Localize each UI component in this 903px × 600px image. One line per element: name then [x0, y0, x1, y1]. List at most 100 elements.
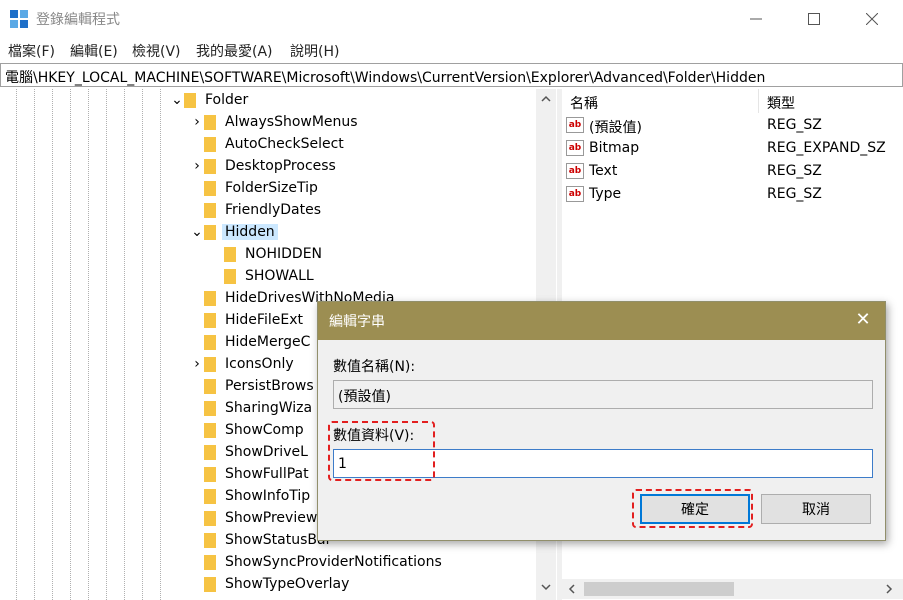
tree-item[interactable]: ShowFullPat	[190, 463, 312, 485]
tree-item[interactable]: HideFileExt	[190, 309, 306, 331]
tree-item[interactable]: FolderSizeTip	[190, 177, 321, 199]
string-value-icon: ab	[566, 163, 584, 179]
scroll-left-icon[interactable]	[566, 583, 578, 595]
list-item[interactable]: ab Text REG_SZ	[566, 161, 901, 184]
folder-icon	[204, 136, 216, 152]
tree-item[interactable]: ShowInfoTip	[190, 485, 313, 507]
folder-icon	[204, 510, 216, 526]
folder-icon	[204, 334, 216, 350]
tree-guide	[142, 89, 143, 600]
maximize-button[interactable]	[791, 0, 837, 38]
scroll-down-icon[interactable]	[540, 581, 552, 593]
list-item[interactable]: ab (預設值) REG_SZ	[566, 115, 901, 138]
tree-item[interactable]: PersistBrows	[190, 375, 317, 397]
column-separator[interactable]	[758, 89, 759, 113]
scroll-up-icon[interactable]	[540, 93, 552, 105]
tree-item[interactable]: ShowTypeOverlay	[190, 573, 352, 595]
tree-item[interactable]: SharingWiza	[190, 397, 315, 419]
tree-guide	[160, 89, 161, 600]
folder-icon	[204, 180, 216, 196]
column-header-type[interactable]: 類型	[767, 93, 795, 113]
scroll-right-icon[interactable]	[883, 583, 895, 595]
folder-icon	[204, 532, 216, 548]
tree-guide	[106, 89, 107, 600]
tree-item[interactable]: HideMergeC	[190, 331, 313, 353]
folder-icon	[204, 488, 216, 504]
regedit-icon	[10, 10, 28, 28]
folder-icon	[204, 400, 216, 416]
tree-guide	[16, 89, 17, 600]
menu-favorites[interactable]: 我的最愛(A)	[196, 41, 273, 61]
tree-item[interactable]: › DesktopProcess	[190, 155, 339, 177]
tree-guide	[88, 89, 89, 600]
tree-item[interactable]: AutoCheckSelect	[190, 133, 347, 155]
address-path: 電腦\HKEY_LOCAL_MACHINE\SOFTWARE\Microsoft…	[5, 70, 766, 86]
dialog-close-icon[interactable]: ✕	[853, 309, 873, 331]
tree-item[interactable]: › IconsOnly	[190, 353, 297, 375]
string-value-icon: ab	[566, 186, 584, 202]
tree-item[interactable]: FriendlyDates	[190, 199, 324, 221]
folder-icon	[204, 356, 216, 372]
tree-guide	[70, 89, 71, 600]
tree-item[interactable]: ShowPreview	[190, 507, 320, 529]
folder-icon	[224, 268, 236, 284]
dialog-title-bar: 編輯字串 ✕	[318, 302, 885, 340]
tree-item[interactable]: ShowStatusBar	[190, 529, 334, 551]
tree-item-folder[interactable]: ⌄ Folder	[170, 89, 251, 111]
dialog-title: 編輯字串	[329, 314, 385, 330]
folder-icon	[204, 312, 216, 328]
cancel-button[interactable]: 取消	[761, 494, 871, 524]
folder-icon	[204, 422, 216, 438]
string-value-icon: ab	[566, 140, 584, 156]
tree-item[interactable]: ShowDriveL	[190, 441, 311, 463]
folder-icon	[204, 576, 216, 592]
chevron-right-icon[interactable]: ›	[190, 114, 204, 130]
folder-icon	[204, 466, 216, 482]
tree-item[interactable]: NOHIDDEN	[210, 243, 325, 265]
menu-file[interactable]: 檔案(F)	[8, 41, 55, 61]
value-name-label: 數值名稱(N):	[333, 359, 416, 375]
value-name-field: (預設值)	[333, 380, 873, 409]
menu-help[interactable]: 說明(H)	[290, 41, 339, 61]
window-title: 登錄編輯程式	[36, 12, 120, 28]
folder-icon	[204, 114, 216, 130]
close-button[interactable]	[849, 0, 895, 38]
menu-edit[interactable]: 編輯(E)	[70, 41, 118, 61]
folder-icon	[204, 158, 216, 174]
tree-guide	[34, 89, 35, 600]
close-icon	[866, 13, 878, 25]
folder-icon	[184, 92, 196, 108]
chevron-down-icon[interactable]: ⌄	[170, 92, 184, 108]
tree-item[interactable]: SHOWALL	[210, 265, 317, 287]
folder-icon	[204, 378, 216, 394]
column-header-name[interactable]: 名稱	[570, 93, 598, 113]
address-bar[interactable]: 電腦\HKEY_LOCAL_MACHINE\SOFTWARE\Microsoft…	[0, 63, 903, 87]
string-value-icon: ab	[566, 117, 584, 133]
folder-icon	[204, 444, 216, 460]
scrollbar-thumb[interactable]	[584, 582, 734, 596]
folder-icon	[224, 246, 236, 262]
folder-icon	[204, 554, 216, 570]
highlight-box-value-data	[328, 421, 435, 481]
minimize-icon	[750, 18, 762, 20]
minimize-button[interactable]	[733, 0, 779, 38]
folder-icon	[204, 224, 216, 240]
tree-item[interactable]: ShowComp	[190, 419, 307, 441]
list-scrollbar[interactable]	[562, 579, 903, 599]
tree-item[interactable]: › AlwaysShowMenus	[190, 111, 361, 133]
highlight-box-ok	[632, 489, 753, 528]
title-bar: 登錄編輯程式	[0, 0, 903, 38]
list-item[interactable]: ab Type REG_SZ	[566, 184, 901, 207]
tree-item[interactable]: ShowSyncProviderNotifications	[190, 551, 445, 573]
tree-guide	[124, 89, 125, 600]
tree-guide	[52, 89, 53, 600]
chevron-right-icon[interactable]: ›	[190, 158, 204, 174]
list-item[interactable]: ab Bitmap REG_EXPAND_SZ	[566, 138, 901, 161]
chevron-down-icon[interactable]: ⌄	[190, 224, 204, 240]
chevron-right-icon[interactable]: ›	[190, 356, 204, 372]
tree-item-selected[interactable]: ⌄ Hidden	[190, 221, 278, 243]
maximize-icon	[808, 13, 820, 25]
folder-icon	[204, 290, 216, 306]
menu-bar: 檔案(F) 編輯(E) 檢視(V) 我的最愛(A) 說明(H)	[0, 38, 903, 62]
menu-view[interactable]: 檢視(V)	[132, 41, 181, 61]
